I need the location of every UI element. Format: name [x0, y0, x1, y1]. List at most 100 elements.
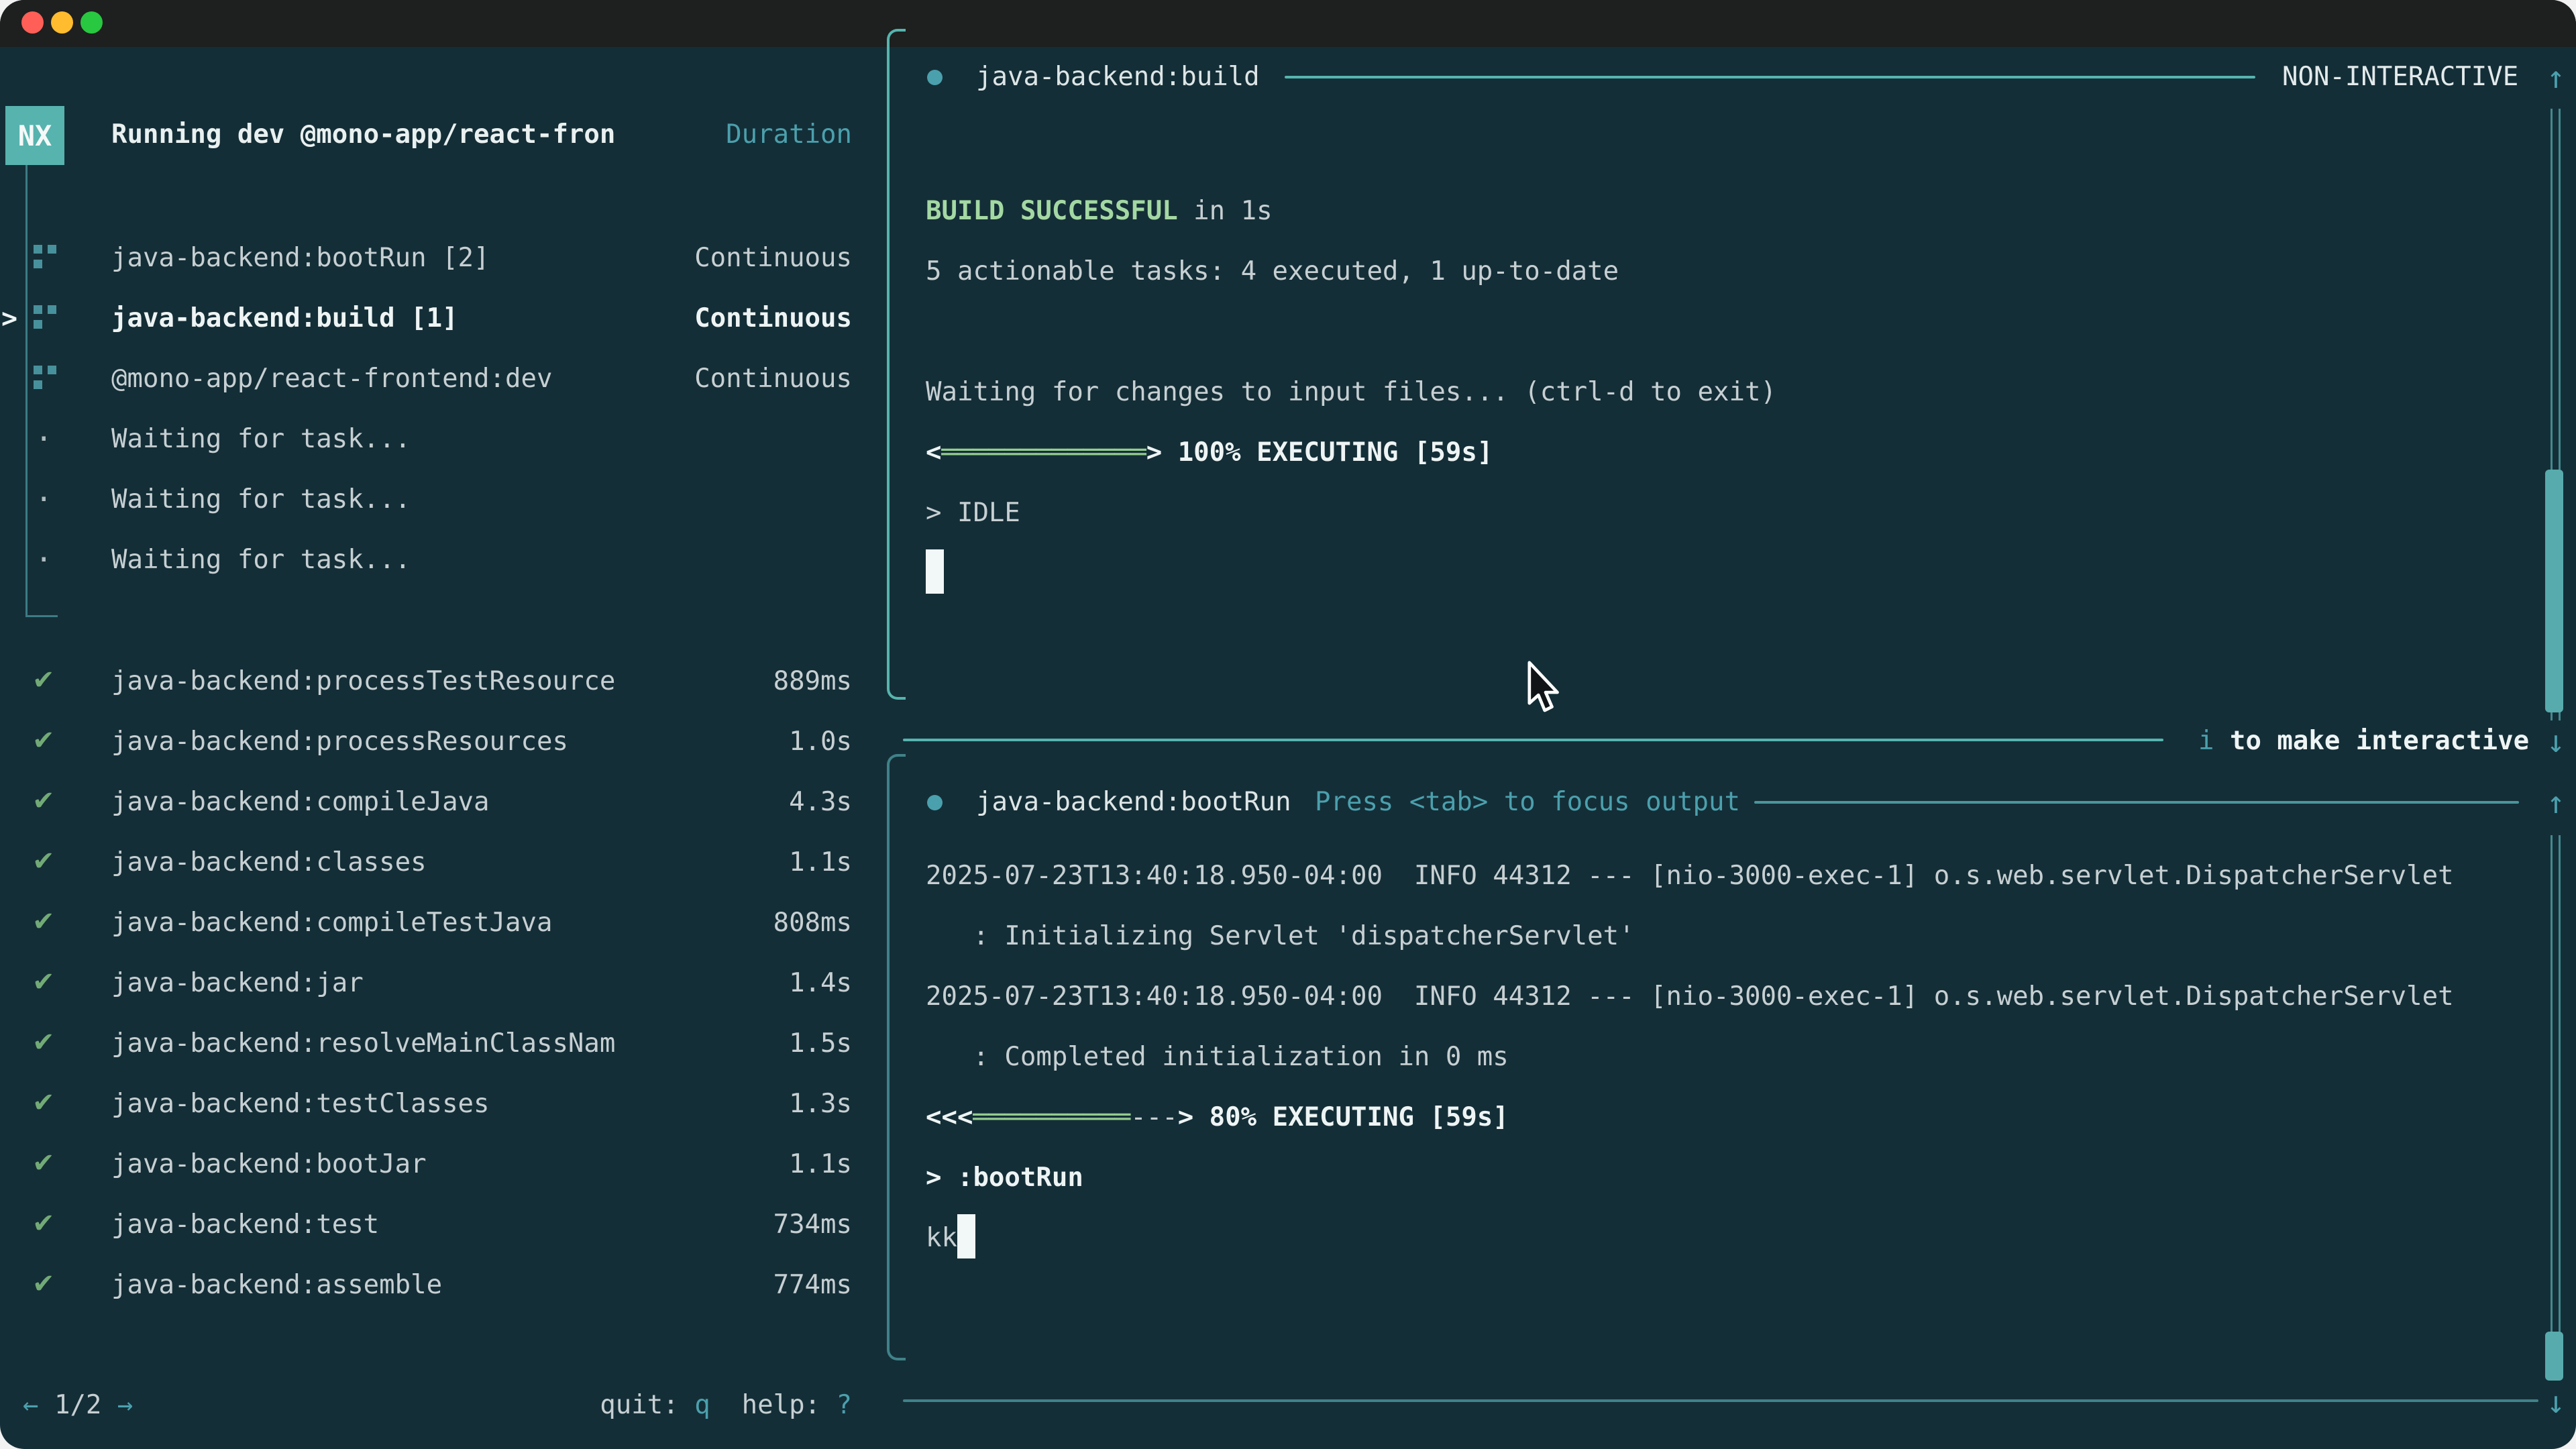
- sidebar-title: Running dev @mono-app/react-fron: [111, 105, 615, 165]
- text-segment: ═════════════: [941, 437, 1146, 468]
- task-duration: 1.0s: [789, 712, 852, 772]
- mouse-cursor: [1523, 661, 1563, 713]
- close-button[interactable]: [21, 11, 44, 34]
- terminal-window: NX Running dev @mono-app/react-fron Dura…: [0, 0, 2576, 1449]
- scroll-down-icon[interactable]: ↓: [2540, 1372, 2572, 1432]
- terminal-line: <<<══════════---> 80% EXECUTING [59s]: [926, 1087, 2536, 1148]
- terminal-line: [926, 302, 2536, 362]
- task-duration: 774ms: [773, 1255, 852, 1316]
- text-segment: quit:: [600, 1390, 694, 1420]
- spinner-icon: [34, 245, 60, 274]
- minimize-button[interactable]: [51, 11, 73, 34]
- text-segment: BUILD SUCCESSFUL: [926, 196, 1178, 226]
- task-status: Continuous: [694, 228, 852, 288]
- cursor-block: [926, 549, 944, 594]
- task-label: @mono-app/react-frontend:dev: [111, 349, 552, 409]
- text-segment: > 100% EXECUTING [59s]: [1146, 437, 1493, 468]
- task-row[interactable]: · Waiting for task...: [0, 530, 887, 590]
- text-segment: q: [694, 1390, 710, 1420]
- completed-task-list: ✔java-backend:processTestResource889ms✔j…: [0, 651, 887, 1316]
- task-row[interactable]: ✔java-backend:compileTestJava808ms: [0, 893, 887, 953]
- build-panel-border: [887, 29, 906, 700]
- task-label: Waiting for task...: [111, 409, 411, 470]
- task-row[interactable]: ✔java-backend:resolveMainClassNam1.5s: [0, 1014, 887, 1074]
- terminal-line: <═════════════> 100% EXECUTING [59s]: [926, 423, 2536, 483]
- pagination[interactable]: ← 1/2 →: [23, 1375, 133, 1436]
- task-status: Continuous: [694, 288, 852, 349]
- cursor-block: [957, 1214, 975, 1258]
- task-row[interactable]: ✔java-backend:jar1.4s: [0, 953, 887, 1014]
- terminal-line: kk: [926, 1208, 2536, 1269]
- task-row[interactable]: ✔java-backend:processTestResource889ms: [0, 651, 887, 712]
- terminal-line: 2025-07-23T13:40:18.950-04:00 INFO 44312…: [926, 967, 2536, 1027]
- pending-dot-icon: ·: [35, 470, 53, 530]
- task-row[interactable]: ✔java-backend:compileJava4.3s: [0, 772, 887, 833]
- scroll-up-icon[interactable]: ↑: [2540, 772, 2572, 833]
- task-label: java-backend:bootJar: [111, 1134, 427, 1195]
- terminal-line: BUILD SUCCESSFUL in 1s: [926, 181, 2536, 241]
- bootrun-panel-border: [887, 754, 906, 1360]
- text-segment: <<<: [926, 1102, 973, 1132]
- check-icon: ✔: [32, 651, 55, 712]
- text-segment: : Initializing Servlet 'dispatcherServle…: [926, 921, 1635, 951]
- task-duration: 1.5s: [789, 1014, 852, 1074]
- task-row[interactable]: ✔ java-backend:processResources 1.0s: [0, 712, 887, 772]
- task-row[interactable]: ✔java-backend:classes1.1s: [0, 833, 887, 893]
- task-row[interactable]: · Waiting for task...: [0, 470, 887, 530]
- check-icon: ✔: [32, 893, 55, 953]
- terminal-line: [926, 543, 2536, 604]
- scrollbar-track[interactable]: [2551, 835, 2561, 1380]
- scrollbar-thumb[interactable]: [2545, 470, 2563, 712]
- make-interactive-hint: i to make interactive: [2198, 711, 2529, 771]
- pending-dot-icon: ·: [35, 409, 53, 470]
- task-row[interactable]: ✔java-backend:test734ms: [0, 1195, 887, 1255]
- task-label: java-backend:testClasses: [111, 1074, 490, 1134]
- task-sidebar: NX Running dev @mono-app/react-fron Dura…: [0, 47, 887, 1449]
- text-segment: 2025-07-23T13:40:18.950-04:00 INFO 44312…: [926, 861, 2454, 891]
- task-row[interactable]: ✔java-backend:bootJar1.1s: [0, 1134, 887, 1195]
- check-icon: ✔: [32, 1255, 55, 1316]
- task-status: Continuous: [694, 349, 852, 409]
- terminal-line: [926, 786, 2536, 846]
- task-label: Waiting for task...: [111, 530, 411, 590]
- task-label: java-backend:processResources: [111, 712, 568, 772]
- terminal-line: 5 actionable tasks: 4 executed, 1 up-to-…: [926, 241, 2536, 302]
- task-status-dot: [927, 70, 943, 85]
- scroll-down-icon[interactable]: ↓: [2540, 711, 2572, 771]
- text-segment: i: [2198, 726, 2214, 756]
- task-duration: 808ms: [773, 893, 852, 953]
- scroll-up-icon[interactable]: ↑: [2540, 47, 2572, 107]
- task-tree-line-foot: [25, 615, 58, 617]
- text-segment: →: [101, 1390, 133, 1420]
- text-segment: > :bootRun: [926, 1163, 1083, 1193]
- titlebar: [0, 0, 2576, 47]
- nx-logo: NX: [5, 106, 64, 165]
- task-row[interactable]: >java-backend:build [1]Continuous: [0, 288, 887, 349]
- text-segment: ←: [23, 1390, 54, 1420]
- text-segment: ---: [1130, 1102, 1177, 1132]
- text-segment: kk: [926, 1223, 957, 1253]
- task-label: java-backend:assemble: [111, 1255, 442, 1316]
- footer-rule: [903, 1399, 2538, 1402]
- selected-marker: >: [1, 288, 17, 349]
- task-label: Waiting for task...: [111, 470, 411, 530]
- task-row[interactable]: @mono-app/react-frontend:dev Continuous: [0, 349, 887, 409]
- task-row[interactable]: · Waiting for task...: [0, 409, 887, 470]
- pending-dot-icon: ·: [35, 530, 53, 590]
- task-row[interactable]: ✔ java-backend:assemble 774ms: [0, 1255, 887, 1316]
- task-row[interactable]: java-backend:bootRun [2]Continuous: [0, 228, 887, 288]
- check-icon: ✔: [32, 712, 55, 772]
- zoom-button[interactable]: [80, 11, 103, 34]
- terminal-line: > IDLE: [926, 483, 2536, 543]
- task-label: java-backend:classes: [111, 833, 427, 893]
- terminal-line: : Completed initialization in 0 ms: [926, 1027, 2536, 1087]
- keyboard-hints: quit: q help: ?: [600, 1375, 852, 1436]
- task-label: java-backend:jar: [111, 953, 364, 1014]
- running-task-list: java-backend:bootRun [2]Continuous>java-…: [0, 228, 887, 590]
- task-label: java-backend:processTestResource: [111, 651, 615, 712]
- text-segment: > IDLE: [926, 498, 1020, 528]
- text-segment: 2025-07-23T13:40:18.950-04:00 INFO 44312…: [926, 981, 2454, 1012]
- text-segment: to make interactive: [2214, 726, 2529, 756]
- header-rule: [1285, 76, 2255, 78]
- task-row[interactable]: ✔java-backend:testClasses1.3s: [0, 1074, 887, 1134]
